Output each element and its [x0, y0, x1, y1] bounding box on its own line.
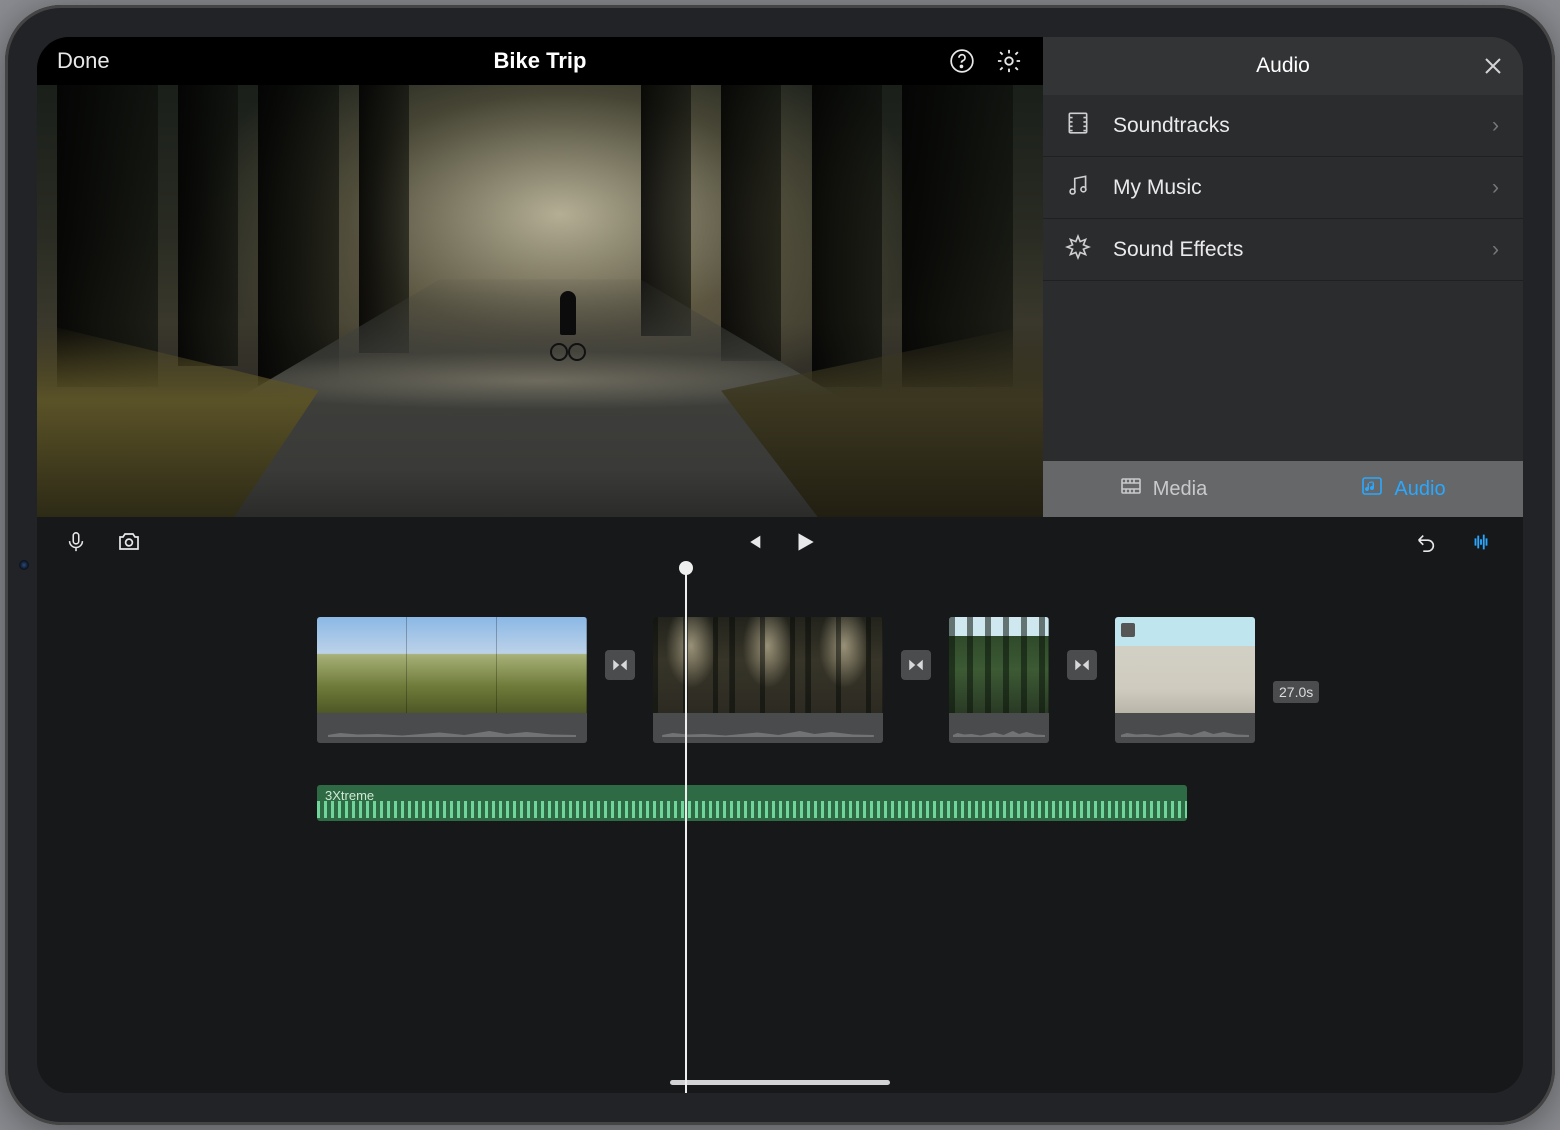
tab-media[interactable]: Media: [1043, 461, 1283, 517]
audio-waveform: [317, 801, 1187, 818]
camera-icon[interactable]: [115, 530, 143, 554]
media-icon: [1119, 474, 1143, 504]
row-label: Soundtracks: [1113, 114, 1230, 138]
undo-icon[interactable]: [1413, 531, 1439, 553]
burst-icon: [1065, 234, 1091, 266]
clip-audio-waveform: [1115, 713, 1255, 743]
row-label: My Music: [1113, 176, 1202, 200]
done-button[interactable]: Done: [57, 48, 110, 74]
play-icon[interactable]: [792, 529, 818, 555]
cyclist-figure: [550, 291, 586, 361]
video-preview[interactable]: [37, 85, 1043, 517]
microphone-icon[interactable]: [65, 529, 87, 555]
app-screen: Done Bike Trip: [37, 37, 1523, 1093]
clip-4[interactable]: [1115, 617, 1255, 743]
chevron-right-icon: ›: [1492, 114, 1499, 138]
clip-audio-waveform: [949, 713, 1049, 743]
skip-back-icon[interactable]: [742, 531, 764, 553]
timeline[interactable]: 27.0s 3Xtreme: [37, 567, 1523, 1093]
transition-3[interactable]: [1067, 617, 1097, 713]
clip-audio-waveform: [317, 713, 587, 743]
row-sound-effects[interactable]: Sound Effects ›: [1043, 219, 1523, 281]
transition-2[interactable]: [901, 617, 931, 713]
audio-browser-panel: Audio Soundtracks ›: [1043, 37, 1523, 517]
clip-2[interactable]: [653, 617, 883, 743]
clip-3[interactable]: [949, 617, 1049, 743]
preview-pane: Done Bike Trip: [37, 37, 1043, 517]
chevron-right-icon: ›: [1492, 238, 1499, 262]
device-frame: Done Bike Trip: [5, 5, 1555, 1125]
chevron-right-icon: ›: [1492, 176, 1499, 200]
home-indicator[interactable]: [670, 1080, 890, 1085]
tab-label: Audio: [1394, 478, 1445, 501]
audio-icon: [1360, 474, 1384, 504]
row-my-music[interactable]: My Music ›: [1043, 157, 1523, 219]
playhead[interactable]: [685, 567, 687, 1093]
panel-title: Audio: [1256, 54, 1310, 78]
audio-track[interactable]: 3Xtreme: [317, 785, 1187, 821]
clip-audio-waveform: [653, 713, 883, 743]
project-title: Bike Trip: [494, 48, 587, 74]
music-note-icon: [1065, 172, 1091, 204]
row-soundtracks[interactable]: Soundtracks ›: [1043, 95, 1523, 157]
row-label: Sound Effects: [1113, 238, 1243, 262]
waveform-icon[interactable]: [1467, 531, 1495, 553]
transition-1[interactable]: [605, 617, 635, 713]
clip-1[interactable]: [317, 617, 587, 743]
help-icon[interactable]: [949, 48, 975, 74]
tab-audio[interactable]: Audio: [1283, 461, 1523, 517]
tab-label: Media: [1153, 478, 1207, 501]
gear-icon[interactable]: [995, 47, 1023, 75]
close-icon[interactable]: [1481, 54, 1505, 78]
project-end-duration: 27.0s: [1273, 681, 1319, 703]
film-strip-icon: [1065, 110, 1091, 142]
